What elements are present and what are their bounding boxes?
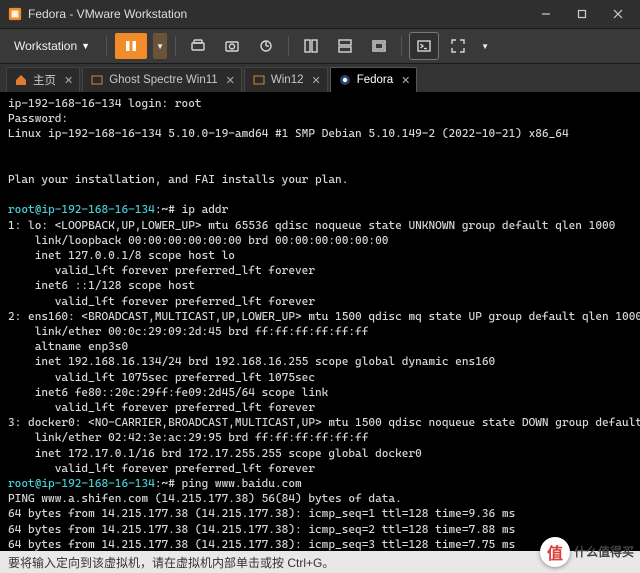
prompt-user: root@ip-192-168-16-134 [8,476,155,490]
vm-console[interactable]: ip-192-168-16-134 login: root Password: … [0,92,640,564]
terminal-line: valid_lft forever preferred_lft forever [8,263,315,277]
terminal-line: Linux ip-192-168-16-134 5.10.0-19-amd64 … [8,126,569,140]
terminal-line: link/loopback 00:00:00:00:00:00 brd 00:0… [8,233,388,247]
terminal-line: 3: docker0: <NO-CARRIER,BROADCAST,MULTIC… [8,415,640,429]
terminal-line: inet 172.17.0.1/16 brd 172.17.255.255 sc… [8,446,422,460]
terminal-line: valid_lft forever preferred_lft forever [8,294,315,308]
toolbar-separator [288,36,289,56]
tab-close-icon[interactable]: ✕ [64,74,73,87]
terminal-line: 1: lo: <LOOPBACK,UP,LOWER_UP> mtu 65536 … [8,218,615,232]
tab-win12[interactable]: Win12 ✕ [244,67,328,92]
tab-close-icon[interactable]: ✕ [312,74,321,87]
terminal-line: inet6 fe80::20c:29ff:fe09:2d45/64 scope … [8,385,328,399]
terminal-line: PING www.a.shifen.com (14.215.177.38) 56… [8,491,402,505]
prompt-user: root@ip-192-168-16-134 [8,202,155,216]
chevron-down-icon: ▼ [156,42,164,51]
terminal-line: inet6 ::1/128 scope host [8,278,195,292]
chevron-down-icon: ▼ [81,41,90,51]
terminal-line: 64 bytes from 14.215.177.38 (14.215.177.… [8,506,515,520]
toolbar-separator [106,36,107,56]
terminal-line: inet 127.0.0.1/8 scope host lo [8,248,235,262]
vm-icon [91,74,103,86]
toolbar: Workstation ▼ ▼ ▼ [0,29,640,64]
terminal-line: altname enp3s0 [8,339,128,353]
prompt-cmd: :~# ip addr [155,202,228,216]
terminal-line: inet 192.168.16.134/24 brd 192.168.16.25… [8,354,495,368]
snapshot-manager-button[interactable] [252,33,280,59]
chevron-down-icon: ▼ [481,42,489,51]
unity-button[interactable] [365,33,393,59]
console-button[interactable] [410,33,438,59]
home-icon [15,74,27,86]
smzdm-text: 什么值得买 [574,546,634,559]
toolbar-separator [175,36,176,56]
tab-ghost-spectre[interactable]: Ghost Spectre Win11 ✕ [82,67,242,92]
tab-close-icon[interactable]: ✕ [401,74,410,87]
tile-horizontal-button[interactable] [297,33,325,59]
titlebar: Fedora - VMware Workstation [0,0,640,29]
workstation-menu[interactable]: Workstation ▼ [6,35,98,57]
terminal-line: 64 bytes from 14.215.177.38 (14.215.177.… [8,537,515,551]
tab-label: Ghost Spectre Win11 [109,74,217,86]
minimize-button[interactable] [528,0,564,28]
vmware-icon [8,7,22,21]
snapshot-button[interactable] [218,33,246,59]
smzdm-badge: 值 [540,537,570,567]
terminal-line: link/ether 00:0c:29:09:2d:45 brd ff:ff:f… [8,324,368,338]
view-dropdown[interactable]: ▼ [478,33,492,59]
toolbar-separator [401,36,402,56]
terminal-line: ip-192-168-16-134 login: root [8,96,202,110]
power-dropdown[interactable]: ▼ [153,33,167,59]
terminal-line: Password: [8,111,68,125]
pause-button[interactable] [115,33,147,59]
vm-icon [253,74,265,86]
maximize-button[interactable] [564,0,600,28]
tile-vertical-button[interactable] [331,33,359,59]
tab-close-icon[interactable]: ✕ [226,74,235,87]
vm-tab-bar: 主页 ✕ Ghost Spectre Win11 ✕ Win12 ✕ Fedor… [0,64,640,92]
workstation-menu-label: Workstation [14,39,77,53]
terminal-line: 2: ens160: <BROADCAST,MULTICAST,UP,LOWER… [8,309,640,323]
terminal-line: valid_lft 1075sec preferred_lft 1075sec [8,370,315,384]
terminal-line: Plan your installation, and FAI installs… [8,172,348,186]
window-title: Fedora - VMware Workstation [28,7,187,21]
terminal-line: valid_lft forever preferred_lft forever [8,461,315,475]
fedora-icon [339,74,351,86]
close-button[interactable] [600,0,636,28]
tab-label: Win12 [271,74,304,86]
send-cad-button[interactable] [184,33,212,59]
statusbar-text: 要将输入定向到该虚拟机，请在虚拟机内部单击或按 Ctrl+G。 [8,554,334,571]
tab-home[interactable]: 主页 ✕ [6,67,80,92]
terminal-line: link/ether 02:42:3e:ac:29:95 brd ff:ff:f… [8,430,368,444]
tab-fedora[interactable]: Fedora ✕ [330,67,418,92]
prompt-cmd: :~# ping www.baidu.com [155,476,302,490]
fullscreen-button[interactable] [444,33,472,59]
tab-label: 主页 [33,72,56,88]
tab-label: Fedora [357,74,393,86]
smzdm-watermark: 值 什么值得买 [540,537,634,567]
terminal-line: 64 bytes from 14.215.177.38 (14.215.177.… [8,522,515,536]
terminal-line: valid_lft forever preferred_lft forever [8,400,315,414]
